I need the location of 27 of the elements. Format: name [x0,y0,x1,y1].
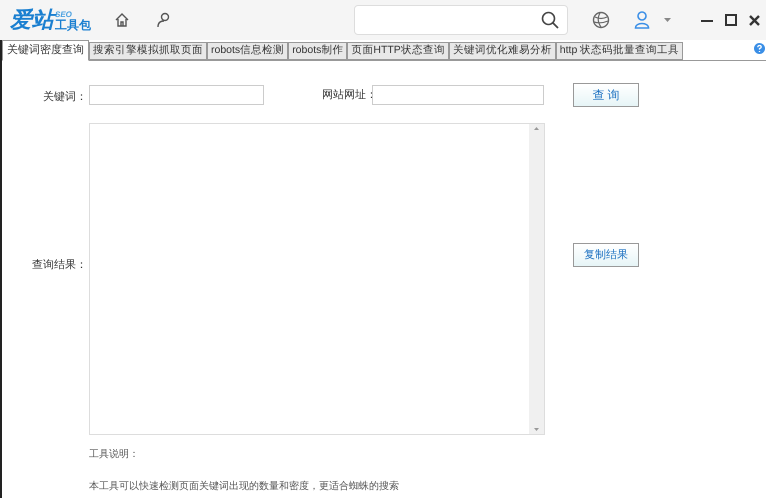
home-icon[interactable] [114,12,130,28]
scroll-down-icon[interactable] [534,428,539,431]
tab[interactable]: http 状态码批量查询工具 [556,42,684,60]
copy-result-button[interactable]: 复制结果 [573,243,639,267]
scroll-up-icon[interactable] [534,127,539,130]
keyword-input-field[interactable] [89,85,264,105]
scrollbar[interactable] [529,124,544,434]
help-icon[interactable] [754,43,765,54]
dropdown-caret-icon[interactable] [664,18,671,22]
notes-text: 本工具可以快速检测页面关键词出现的数量和密度，更适合蜘蛛的搜索 [89,480,400,494]
tab[interactable]: 关键词密度查询 [2,40,89,61]
tab[interactable]: 搜索引擎模拟抓取页面 [89,42,207,60]
close-icon[interactable] [749,14,760,26]
query-button[interactable]: 查 询 [573,83,639,107]
search-icon[interactable] [541,11,559,29]
url-label: 网站网址： [322,88,372,103]
tab[interactable]: robots制作 [288,42,348,60]
tab[interactable]: 关键词优化难易分析 [448,42,556,60]
globe-icon[interactable] [592,11,610,29]
notes-title: 工具说明： [89,448,140,462]
search-field[interactable] [354,5,568,35]
tab[interactable]: robots信息检测 [207,42,288,60]
url-input-field[interactable] [372,85,544,105]
keyword-label: 关键词： [43,90,87,105]
tab[interactable]: 页面HTTP状态查询 [347,42,449,60]
maximize-icon[interactable] [725,14,737,26]
result-label: 查询结果： [32,258,87,272]
